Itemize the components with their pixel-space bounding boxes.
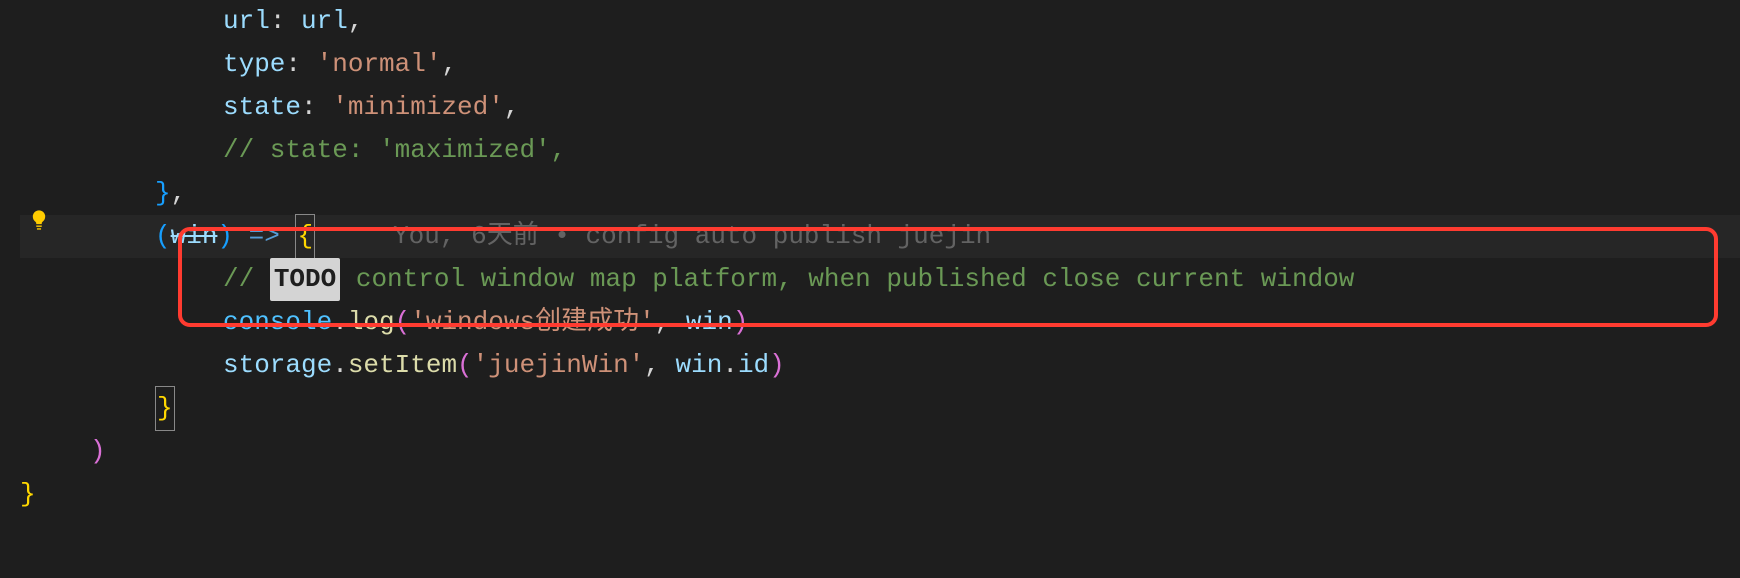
close-paren: ) (769, 344, 785, 387)
dot: . (722, 344, 738, 387)
git-blame-annotation: You, 6天前 • config auto publish juejin (315, 215, 991, 258)
closing-brace: } (20, 473, 36, 516)
code-line[interactable]: type: 'normal', (20, 43, 1740, 86)
method-name: setItem (348, 344, 457, 387)
open-paren: ( (155, 215, 171, 258)
closing-paren: ) (90, 430, 106, 473)
parameter: win (171, 215, 218, 258)
code-line[interactable]: state: 'minimized', (20, 86, 1740, 129)
close-paren: ) (217, 215, 233, 258)
code-line[interactable]: // TODO control window map platform, whe… (20, 258, 1740, 301)
code-line[interactable]: } (20, 387, 1740, 430)
object-name: console (223, 301, 332, 344)
dot: . (332, 344, 348, 387)
string-literal: 'juejinWin' (473, 344, 645, 387)
code-line[interactable]: } (20, 473, 1740, 516)
property-name: id (738, 344, 769, 387)
closing-brace: } (155, 172, 171, 215)
open-paren: ( (457, 344, 473, 387)
todo-tag: TODO (270, 258, 340, 301)
variable: win (676, 344, 723, 387)
comma: , (441, 43, 457, 86)
comma: , (504, 86, 520, 129)
code-line[interactable]: storage.setItem('juejinWin', win.id) (20, 344, 1740, 387)
closing-brace: } (155, 386, 175, 431)
comment-slashes: // (223, 258, 270, 301)
colon: : (270, 0, 301, 43)
dot: . (332, 301, 348, 344)
object-name: storage (223, 344, 332, 387)
code-line[interactable]: // state: 'maximized', (20, 129, 1740, 172)
variable: win (686, 301, 733, 344)
code-line[interactable]: url: url, (20, 0, 1740, 43)
variable: url (301, 0, 348, 43)
lightbulb-icon[interactable] (28, 208, 50, 244)
code-editor-area[interactable]: url: url, type: 'normal', state: 'minimi… (0, 0, 1740, 516)
property-name: type (223, 43, 285, 86)
comma: , (655, 301, 686, 344)
code-line[interactable]: }, (20, 172, 1740, 215)
comment-text: control window map platform, when publis… (340, 258, 1354, 301)
close-paren: ) (733, 301, 749, 344)
string-literal: 'minimized' (332, 86, 504, 129)
code-line-highlighted[interactable]: (win) => { You, 6天前 • config auto publis… (20, 215, 1740, 258)
comment: // state: 'maximized', (223, 129, 566, 172)
property-name: state (223, 86, 301, 129)
colon: : (301, 86, 332, 129)
comma: , (171, 172, 187, 215)
arrow-function: => (233, 215, 295, 258)
string-literal: 'normal' (317, 43, 442, 86)
method-name: log (348, 301, 395, 344)
open-paren: ( (395, 301, 411, 344)
code-line[interactable]: ) (20, 430, 1740, 473)
colon: : (285, 43, 316, 86)
string-literal: 'windows创建成功' (410, 301, 654, 344)
code-line[interactable]: console.log('windows创建成功', win) (20, 301, 1740, 344)
property-name: url (223, 0, 270, 43)
open-brace: { (295, 214, 315, 259)
comma: , (348, 0, 364, 43)
comma: , (644, 344, 675, 387)
